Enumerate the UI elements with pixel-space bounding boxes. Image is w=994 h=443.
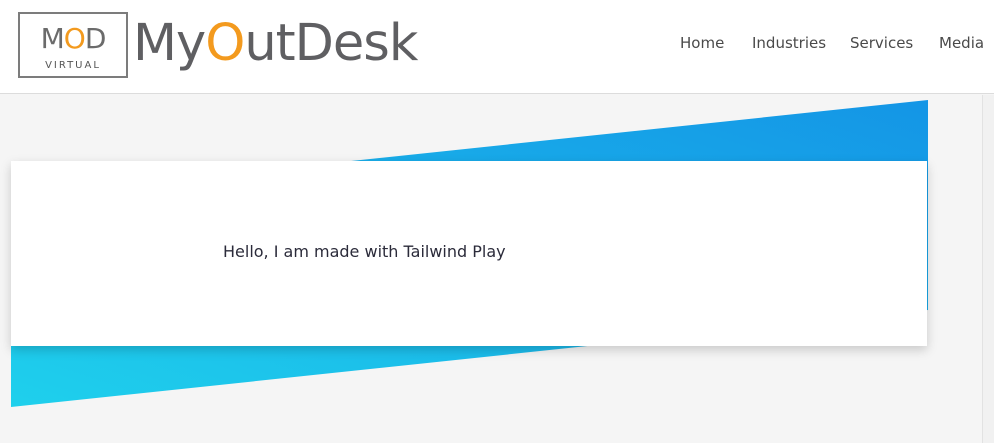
nav-item-media[interactable]: Media <box>939 34 984 52</box>
content-card: Hello, I am made with Tailwind Play <box>11 161 927 346</box>
main-nav: Home Industries Services Media <box>0 34 994 54</box>
nav-item-services[interactable]: Services <box>850 34 913 52</box>
card-text: Hello, I am made with Tailwind Play <box>223 242 506 261</box>
nav-item-industries[interactable]: Industries <box>752 34 826 52</box>
logo-virtual-text: VIRTUAL <box>45 60 101 71</box>
page-scrollbar[interactable] <box>982 95 994 443</box>
nav-item-home[interactable]: Home <box>680 34 724 52</box>
site-header: MOD VIRTUAL MyOutDesk Home Industries Se… <box>0 0 994 94</box>
